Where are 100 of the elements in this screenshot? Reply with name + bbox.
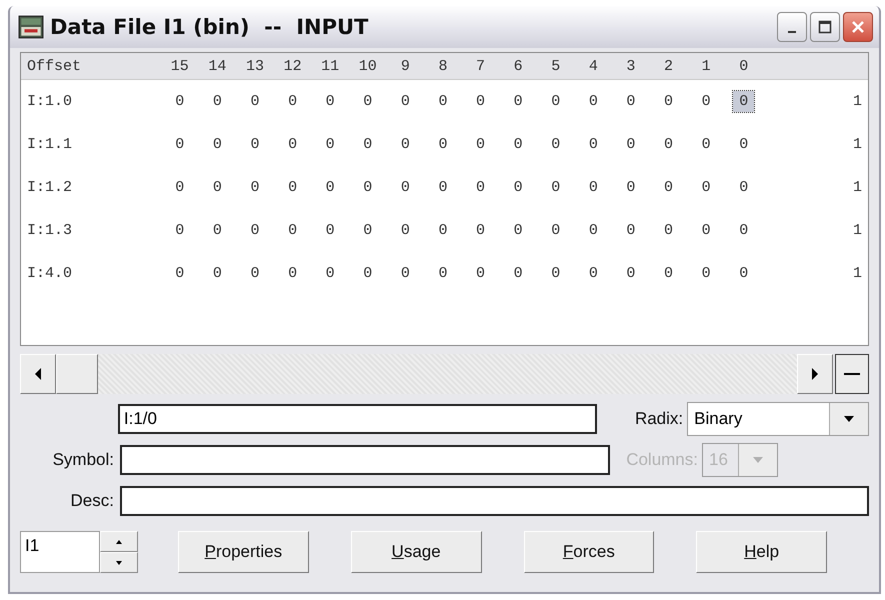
- table-cell[interactable]: 0: [696, 134, 717, 155]
- table-cell[interactable]: 0: [282, 177, 304, 198]
- table-cell[interactable]: 0: [508, 134, 529, 155]
- table-cell[interactable]: 0: [357, 91, 378, 112]
- table-cell[interactable]: 0: [545, 263, 566, 284]
- dialog-button[interactable]: Forces: [524, 531, 654, 573]
- table-cell[interactable]: 0: [432, 177, 454, 198]
- table-cell[interactable]: 0: [620, 220, 642, 241]
- radix-dropdown[interactable]: Binary: [687, 402, 869, 436]
- table-cell[interactable]: 0: [620, 177, 642, 198]
- table-cell[interactable]: 0: [582, 220, 604, 241]
- table-cell[interactable]: 0: [320, 91, 341, 112]
- table-cell[interactable]: 0: [320, 134, 341, 155]
- table-cell[interactable]: 1: [762, 136, 868, 153]
- table-cell[interactable]: 0: [206, 263, 228, 284]
- table-cell[interactable]: 0: [282, 134, 304, 155]
- dialog-button[interactable]: Properties: [178, 531, 309, 573]
- spin-down-button[interactable]: [100, 552, 138, 573]
- table-cell[interactable]: 0: [658, 220, 680, 241]
- table-cell[interactable]: 0: [394, 91, 416, 112]
- table-cell[interactable]: 0: [244, 263, 266, 284]
- table-cell[interactable]: 0: [658, 91, 680, 112]
- table-cell[interactable]: 0: [545, 134, 566, 155]
- table-cell[interactable]: 0: [545, 177, 566, 198]
- table-cell[interactable]: 0: [169, 177, 190, 198]
- table-cell[interactable]: 0: [394, 134, 416, 155]
- table-cell[interactable]: 0: [582, 263, 604, 284]
- table-cell[interactable]: 0: [206, 220, 228, 241]
- table-cell[interactable]: 0: [432, 134, 454, 155]
- close-button[interactable]: [843, 12, 873, 42]
- table-cell[interactable]: 0: [545, 91, 566, 112]
- table-cell[interactable]: 0: [282, 263, 304, 284]
- table-cell[interactable]: 0: [282, 91, 304, 112]
- horizontal-scrollbar[interactable]: [20, 354, 833, 394]
- table-cell[interactable]: 0: [470, 263, 492, 284]
- table-cell[interactable]: 0: [169, 134, 190, 155]
- table-cell[interactable]: 0: [169, 91, 190, 112]
- table-cell[interactable]: 0: [696, 220, 717, 241]
- table-cell[interactable]: 0: [508, 263, 529, 284]
- table-cell[interactable]: 1: [762, 222, 868, 239]
- table-cell[interactable]: 0: [696, 263, 717, 284]
- table-cell[interactable]: 0: [508, 91, 529, 112]
- table-cell[interactable]: 0: [658, 134, 680, 155]
- table-cell[interactable]: 0: [620, 91, 642, 112]
- table-cell[interactable]: 0: [582, 134, 604, 155]
- table-cell[interactable]: 0: [508, 177, 529, 198]
- address-field[interactable]: I:1/0: [118, 404, 598, 434]
- table-cell[interactable]: 1: [762, 179, 868, 196]
- table-cell[interactable]: 0: [658, 263, 680, 284]
- table-cell[interactable]: 0: [244, 91, 266, 112]
- table-cell[interactable]: I:1.0: [21, 93, 161, 110]
- maximize-button[interactable]: [810, 12, 840, 42]
- table-cell[interactable]: 0: [733, 91, 754, 112]
- table-cell[interactable]: 0: [394, 177, 416, 198]
- table-cell[interactable]: 0: [206, 134, 228, 155]
- table-cell[interactable]: 0: [432, 263, 454, 284]
- desc-field[interactable]: [120, 486, 869, 516]
- dialog-button[interactable]: Help: [696, 531, 827, 573]
- table-cell[interactable]: 0: [696, 177, 717, 198]
- table-cell[interactable]: 0: [394, 263, 416, 284]
- table-cell[interactable]: 0: [696, 91, 717, 112]
- scroll-thumb[interactable]: [56, 354, 98, 394]
- table-cell[interactable]: 0: [733, 220, 754, 241]
- table-cell[interactable]: 0: [508, 220, 529, 241]
- table-cell[interactable]: 0: [357, 220, 378, 241]
- collapse-button[interactable]: [835, 354, 869, 394]
- table-cell[interactable]: 0: [169, 220, 190, 241]
- table-cell[interactable]: 0: [733, 134, 754, 155]
- table-cell[interactable]: 0: [733, 263, 754, 284]
- table-cell[interactable]: 0: [357, 134, 378, 155]
- table-cell[interactable]: 0: [470, 91, 492, 112]
- table-cell[interactable]: 0: [394, 220, 416, 241]
- table-cell[interactable]: 0: [244, 134, 266, 155]
- dialog-button[interactable]: Usage: [350, 531, 482, 573]
- table-cell[interactable]: I:1.1: [21, 136, 161, 153]
- table-cell[interactable]: 0: [244, 177, 266, 198]
- table-cell[interactable]: 0: [545, 220, 566, 241]
- table-cell[interactable]: 0: [658, 177, 680, 198]
- table-cell[interactable]: 0: [357, 263, 378, 284]
- table-cell[interactable]: 1: [762, 93, 868, 110]
- table-cell[interactable]: 0: [320, 220, 341, 241]
- table-cell[interactable]: 0: [432, 220, 454, 241]
- table-cell[interactable]: 0: [582, 177, 604, 198]
- table-cell[interactable]: 0: [470, 134, 492, 155]
- table-cell[interactable]: I:1.3: [21, 222, 161, 239]
- table-cell[interactable]: 0: [244, 220, 266, 241]
- table-cell[interactable]: I:1.2: [21, 179, 161, 196]
- table-cell[interactable]: 0: [432, 91, 454, 112]
- table-cell[interactable]: 0: [320, 177, 341, 198]
- table-cell[interactable]: 0: [206, 177, 228, 198]
- table-cell[interactable]: 0: [320, 263, 341, 284]
- table-cell[interactable]: I:4.0: [21, 265, 161, 282]
- scroll-right-button[interactable]: [797, 354, 833, 394]
- table-cell[interactable]: 0: [733, 177, 754, 198]
- table-cell[interactable]: 0: [282, 220, 304, 241]
- table-cell[interactable]: 0: [470, 177, 492, 198]
- spin-up-button[interactable]: [100, 531, 138, 552]
- table-cell[interactable]: 0: [582, 91, 604, 112]
- table-cell[interactable]: 0: [169, 263, 190, 284]
- table-cell[interactable]: 0: [620, 134, 642, 155]
